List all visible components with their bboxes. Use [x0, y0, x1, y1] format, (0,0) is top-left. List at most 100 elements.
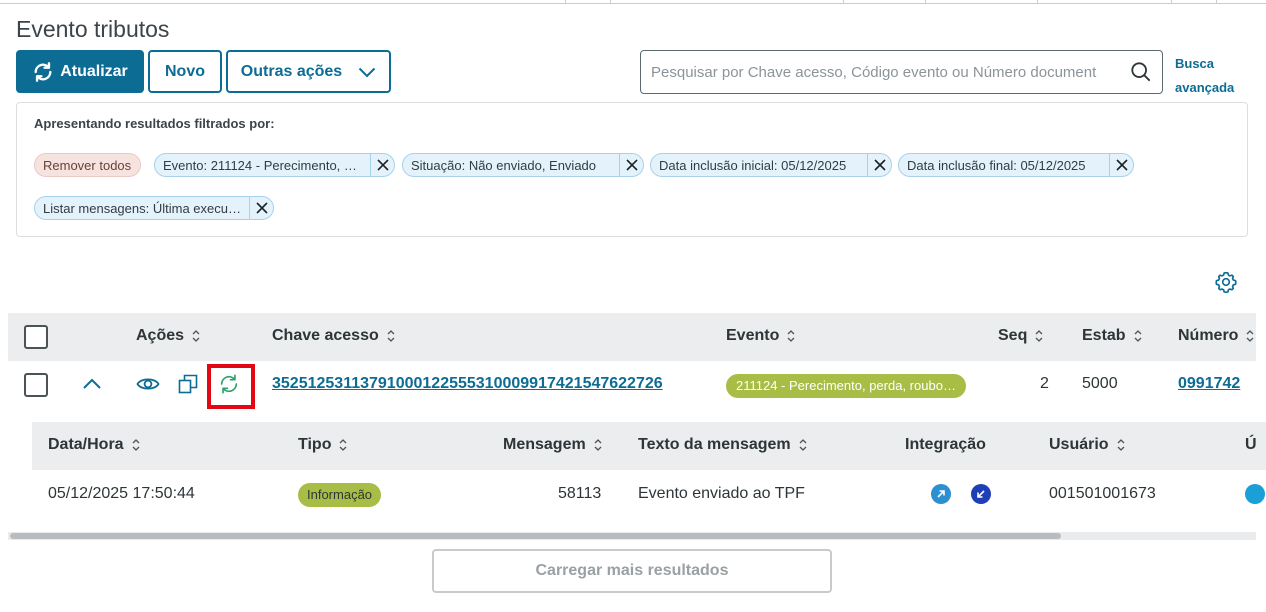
load-more-label: Carregar mais resultados — [535, 562, 729, 579]
tipo-tag: Informação — [298, 483, 382, 507]
sort-icon — [1117, 439, 1125, 451]
chave-acesso-link[interactable]: 3525125311379100012255531000991742154762… — [272, 375, 663, 393]
new-button[interactable]: Novo — [148, 50, 222, 93]
arrow-down-left-icon[interactable] — [971, 484, 991, 504]
filter-chip-label: Data inclusão final: 05/12/2025 — [907, 157, 1086, 173]
new-button-label: Novo — [165, 62, 205, 80]
sort-icon — [799, 439, 807, 451]
column-header-label: Texto da mensagem — [638, 436, 791, 453]
column-header-estab[interactable]: Estab — [1082, 327, 1142, 345]
top-separator — [1216, 0, 1217, 4]
filter-chip-label: Listar mensagens: Última execução — [43, 200, 243, 216]
search-icon[interactable] — [1130, 61, 1152, 83]
update-button[interactable]: Atualizar — [16, 50, 144, 93]
top-separator — [610, 0, 611, 4]
column-header-label: Integração — [905, 436, 986, 453]
row-checkbox[interactable] — [24, 373, 48, 397]
load-more-button[interactable]: Carregar mais resultados — [432, 549, 832, 593]
column-header-usuario[interactable]: Usuário — [1049, 436, 1125, 454]
filter-chip-label: Data inclusão inicial: 05/12/2025 — [659, 157, 847, 173]
table-header: Ações Chave acesso Evento Seq Estab Núme… — [8, 313, 1256, 361]
chevron-up-icon[interactable] — [82, 377, 102, 391]
close-icon[interactable] — [619, 154, 643, 176]
data-hora-value: 05/12/2025 17:50:44 — [48, 485, 195, 502]
chevron-down-icon — [358, 67, 376, 77]
subtable-row: 05/12/2025 17:50:44 Informação 58113 Eve… — [32, 470, 1266, 518]
column-header-next[interactable]: Ú — [1245, 436, 1257, 454]
column-header-texto[interactable]: Texto da mensagem — [638, 436, 807, 454]
top-separator — [925, 0, 926, 4]
top-separator — [1171, 0, 1172, 4]
filter-chip-situacao: Situação: Não enviado, Enviado — [402, 153, 644, 177]
sort-icon — [1035, 330, 1043, 342]
close-icon[interactable] — [249, 197, 273, 219]
column-header-chave[interactable]: Chave acesso — [272, 327, 395, 345]
close-icon[interactable] — [370, 154, 394, 176]
seq-value: 2 — [1040, 375, 1049, 392]
numero-link[interactable]: 0991742 — [1178, 375, 1240, 393]
top-border — [0, 3, 1266, 4]
column-header-label: Estab — [1082, 327, 1126, 344]
copy-icon[interactable] — [178, 374, 198, 394]
column-header-label: Ações — [136, 327, 185, 344]
sort-icon — [340, 439, 347, 451]
sort-icon — [594, 439, 602, 451]
page-title: Evento tributos — [16, 16, 170, 42]
search-box — [640, 50, 1163, 94]
top-separator — [565, 0, 566, 4]
highlight-box — [207, 364, 255, 409]
column-header-numero[interactable]: Número — [1178, 327, 1254, 345]
filter-chip-label: Situação: Não enviado, Enviado — [411, 157, 597, 173]
sort-icon — [132, 439, 140, 451]
mensagem-value: 58113 — [558, 485, 602, 502]
texto-mensagem-value: Evento enviado ao TPF — [638, 485, 805, 502]
table-row: 3525125311379100012255531000991742154762… — [8, 361, 1256, 409]
select-all-checkbox[interactable] — [24, 325, 48, 349]
close-icon[interactable] — [1109, 154, 1133, 176]
column-header-integracao: Integração — [905, 436, 986, 454]
advanced-search-line1: Busca — [1175, 56, 1215, 71]
column-header-label: Evento — [726, 327, 780, 344]
column-header-label: Data/Hora — [48, 436, 124, 453]
column-header-data-hora[interactable]: Data/Hora — [48, 436, 140, 454]
status-icon[interactable] — [1245, 484, 1265, 504]
column-header-acoes[interactable]: Ações — [136, 327, 200, 345]
filter-chip-data-inicial: Data inclusão inicial: 05/12/2025 — [650, 153, 892, 177]
top-separator — [1037, 0, 1038, 4]
column-header-seq[interactable]: Seq — [998, 327, 1043, 345]
column-header-evento[interactable]: Evento — [726, 327, 795, 345]
filter-panel: Apresentando resultados filtrados por: R… — [16, 102, 1248, 237]
gear-icon[interactable] — [1215, 271, 1237, 293]
refresh-icon — [34, 61, 52, 82]
sort-icon — [787, 330, 795, 342]
column-header-mensagem[interactable]: Mensagem — [503, 436, 602, 454]
subtable-header: Data/Hora Tipo Mensagem Texto da mensage… — [32, 422, 1266, 470]
column-header-label: Número — [1178, 327, 1239, 344]
column-header-label: Usuário — [1049, 436, 1109, 453]
column-header-label: Mensagem — [503, 436, 586, 453]
sort-icon — [1246, 330, 1254, 342]
search-input[interactable] — [649, 61, 1123, 83]
advanced-search-link[interactable]: Busca avançada — [1175, 52, 1234, 100]
filter-chip-evento: Evento: 211124 - Perecimento, perda, rou… — [154, 153, 395, 177]
eye-icon[interactable] — [136, 373, 160, 395]
estab-value: 5000 — [1082, 375, 1118, 392]
sort-icon — [387, 330, 395, 342]
filter-chip-label: Evento: 211124 - Perecimento, perda, rou… — [163, 157, 364, 173]
other-actions-label: Outras ações — [240, 62, 343, 80]
column-header-tipo[interactable]: Tipo — [298, 436, 347, 454]
usuario-value: 001501001673 — [1049, 485, 1156, 502]
filter-chip-data-final: Data inclusão final: 05/12/2025 — [898, 153, 1134, 177]
close-icon[interactable] — [867, 154, 891, 176]
update-button-label: Atualizar — [60, 62, 128, 80]
filter-heading: Apresentando resultados filtrados por: — [34, 116, 275, 131]
other-actions-button[interactable]: Outras ações — [226, 50, 391, 93]
column-header-label: Ú — [1245, 436, 1257, 453]
column-header-label: Chave acesso — [272, 327, 379, 344]
arrow-up-right-icon[interactable] — [931, 484, 951, 504]
remove-all-label: Remover todos — [43, 157, 132, 173]
column-header-label: Seq — [998, 327, 1028, 344]
remove-all-chip[interactable]: Remover todos — [34, 153, 142, 177]
top-separator — [843, 0, 844, 4]
scrollbar-thumb[interactable] — [10, 533, 1061, 539]
